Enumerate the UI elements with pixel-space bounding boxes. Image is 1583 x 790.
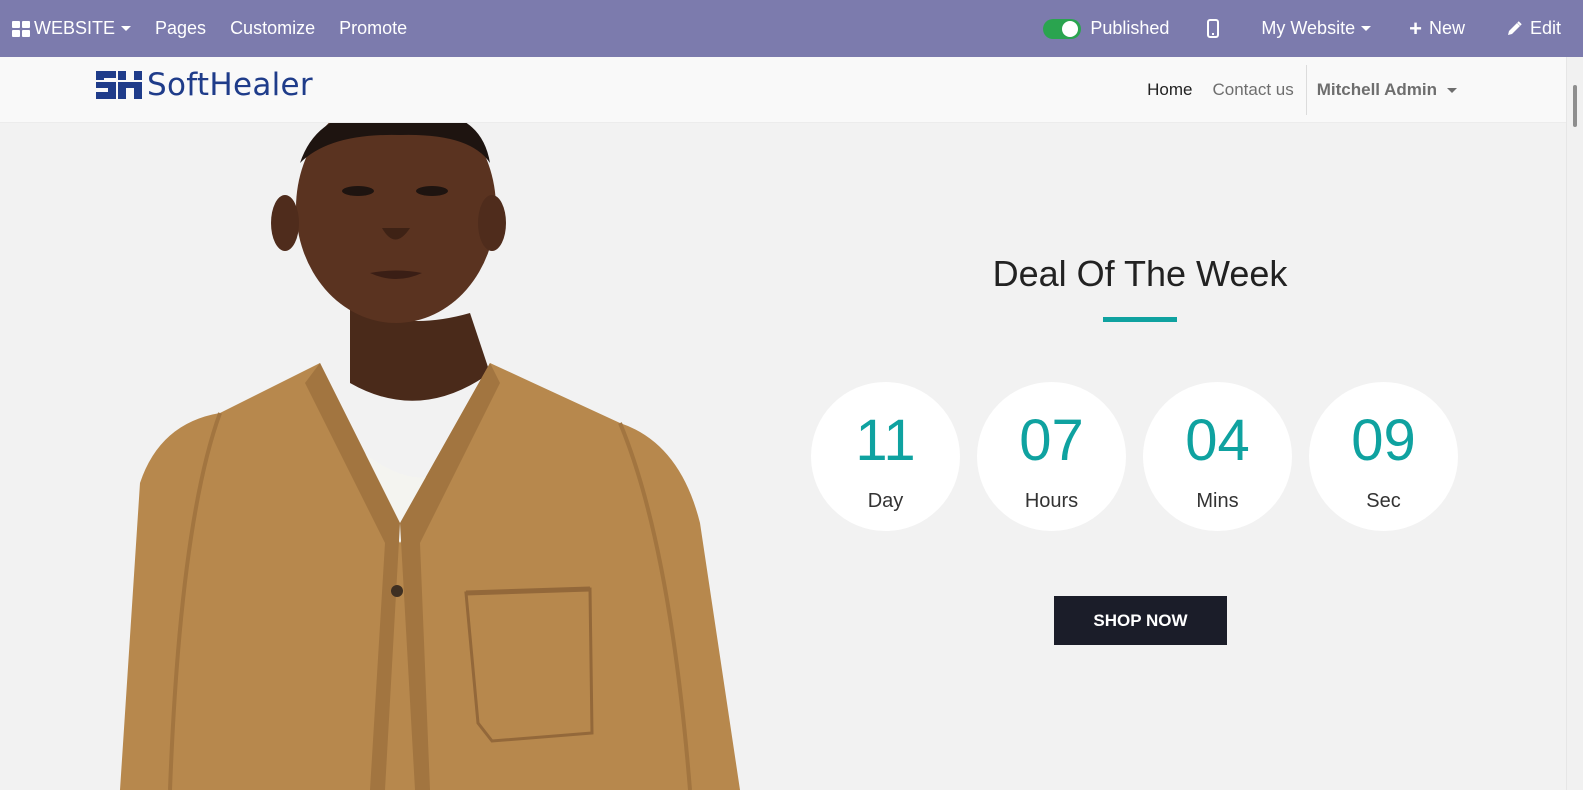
edit-label: Edit [1529,18,1561,38]
publish-label: Published [1090,18,1170,38]
chevron-down-icon [121,26,132,31]
site-nav: Home Contact us Mitchell Admin [1137,57,1461,123]
new-label: New [1428,18,1465,38]
countdown-timer: 11 Day 07 Hours 04 Mins 09 Sec [811,382,1458,531]
site-logo[interactable]: SoftHealer [94,67,313,103]
customize-menu[interactable]: Customize [218,0,327,57]
countdown-value: 09 [1351,408,1416,473]
plus-icon: + [1409,15,1422,41]
user-menu[interactable]: Mitchell Admin [1305,65,1461,115]
page-scrollbar[interactable] [1566,57,1583,790]
promote-menu[interactable]: Promote [327,0,419,57]
chevron-down-icon [1361,26,1372,31]
admin-bar-right: Published My Website + New Edit [1031,0,1583,57]
mobile-preview-button[interactable] [1195,0,1249,57]
countdown-value: 11 [855,408,916,473]
toggle-switch-icon [1043,18,1082,39]
publish-toggle[interactable]: Published [1031,0,1195,57]
website-menu[interactable]: WEBSITE [0,0,143,57]
site-header: SoftHealer Home Contact us Mitchell Admi… [0,57,1566,123]
model-image [120,123,740,790]
deal-of-the-week-section: Deal Of The Week 11 Day 07 Hours 04 Mins… [0,123,1566,790]
countdown-label: Hours [1024,490,1079,512]
user-name: Mitchell Admin [1316,80,1437,99]
admin-bar-left: WEBSITE Pages Customize Promote [0,0,419,57]
nav-contact-us[interactable]: Contact us [1202,80,1303,100]
new-button[interactable]: + New [1397,0,1489,57]
shop-now-button[interactable]: SHOP NOW [1054,596,1227,645]
website-admin-bar: WEBSITE Pages Customize Promote Publishe… [0,0,1583,57]
countdown-label: Day [867,490,904,512]
website-menu-label: WEBSITE [34,18,116,38]
pencil-icon [1507,21,1522,36]
pages-menu[interactable]: Pages [143,0,218,57]
my-website-menu[interactable]: My Website [1249,0,1397,57]
countdown-secs: 09 Sec [1309,382,1458,531]
mobile-icon [1207,19,1220,38]
countdown-value: 07 [1019,408,1084,473]
countdown-value: 04 [1185,408,1250,473]
countdown-days: 11 Day [811,382,960,531]
softhealer-logo-mark [94,71,144,99]
title-underline [1103,317,1177,322]
chevron-down-icon [1447,87,1457,93]
deal-title: Deal Of The Week [992,253,1288,294]
my-website-label: My Website [1261,18,1356,38]
countdown-mins: 04 Mins [1143,382,1292,531]
scrollbar-thumb[interactable] [1573,85,1577,127]
edit-button[interactable]: Edit [1489,0,1583,57]
apps-icon [12,20,30,37]
countdown-label: Sec [1366,490,1401,512]
logo-text: SoftHealer [147,67,313,103]
countdown-hours: 07 Hours [977,382,1126,531]
countdown-label: Mins [1196,490,1239,512]
nav-home[interactable]: Home [1137,80,1202,100]
